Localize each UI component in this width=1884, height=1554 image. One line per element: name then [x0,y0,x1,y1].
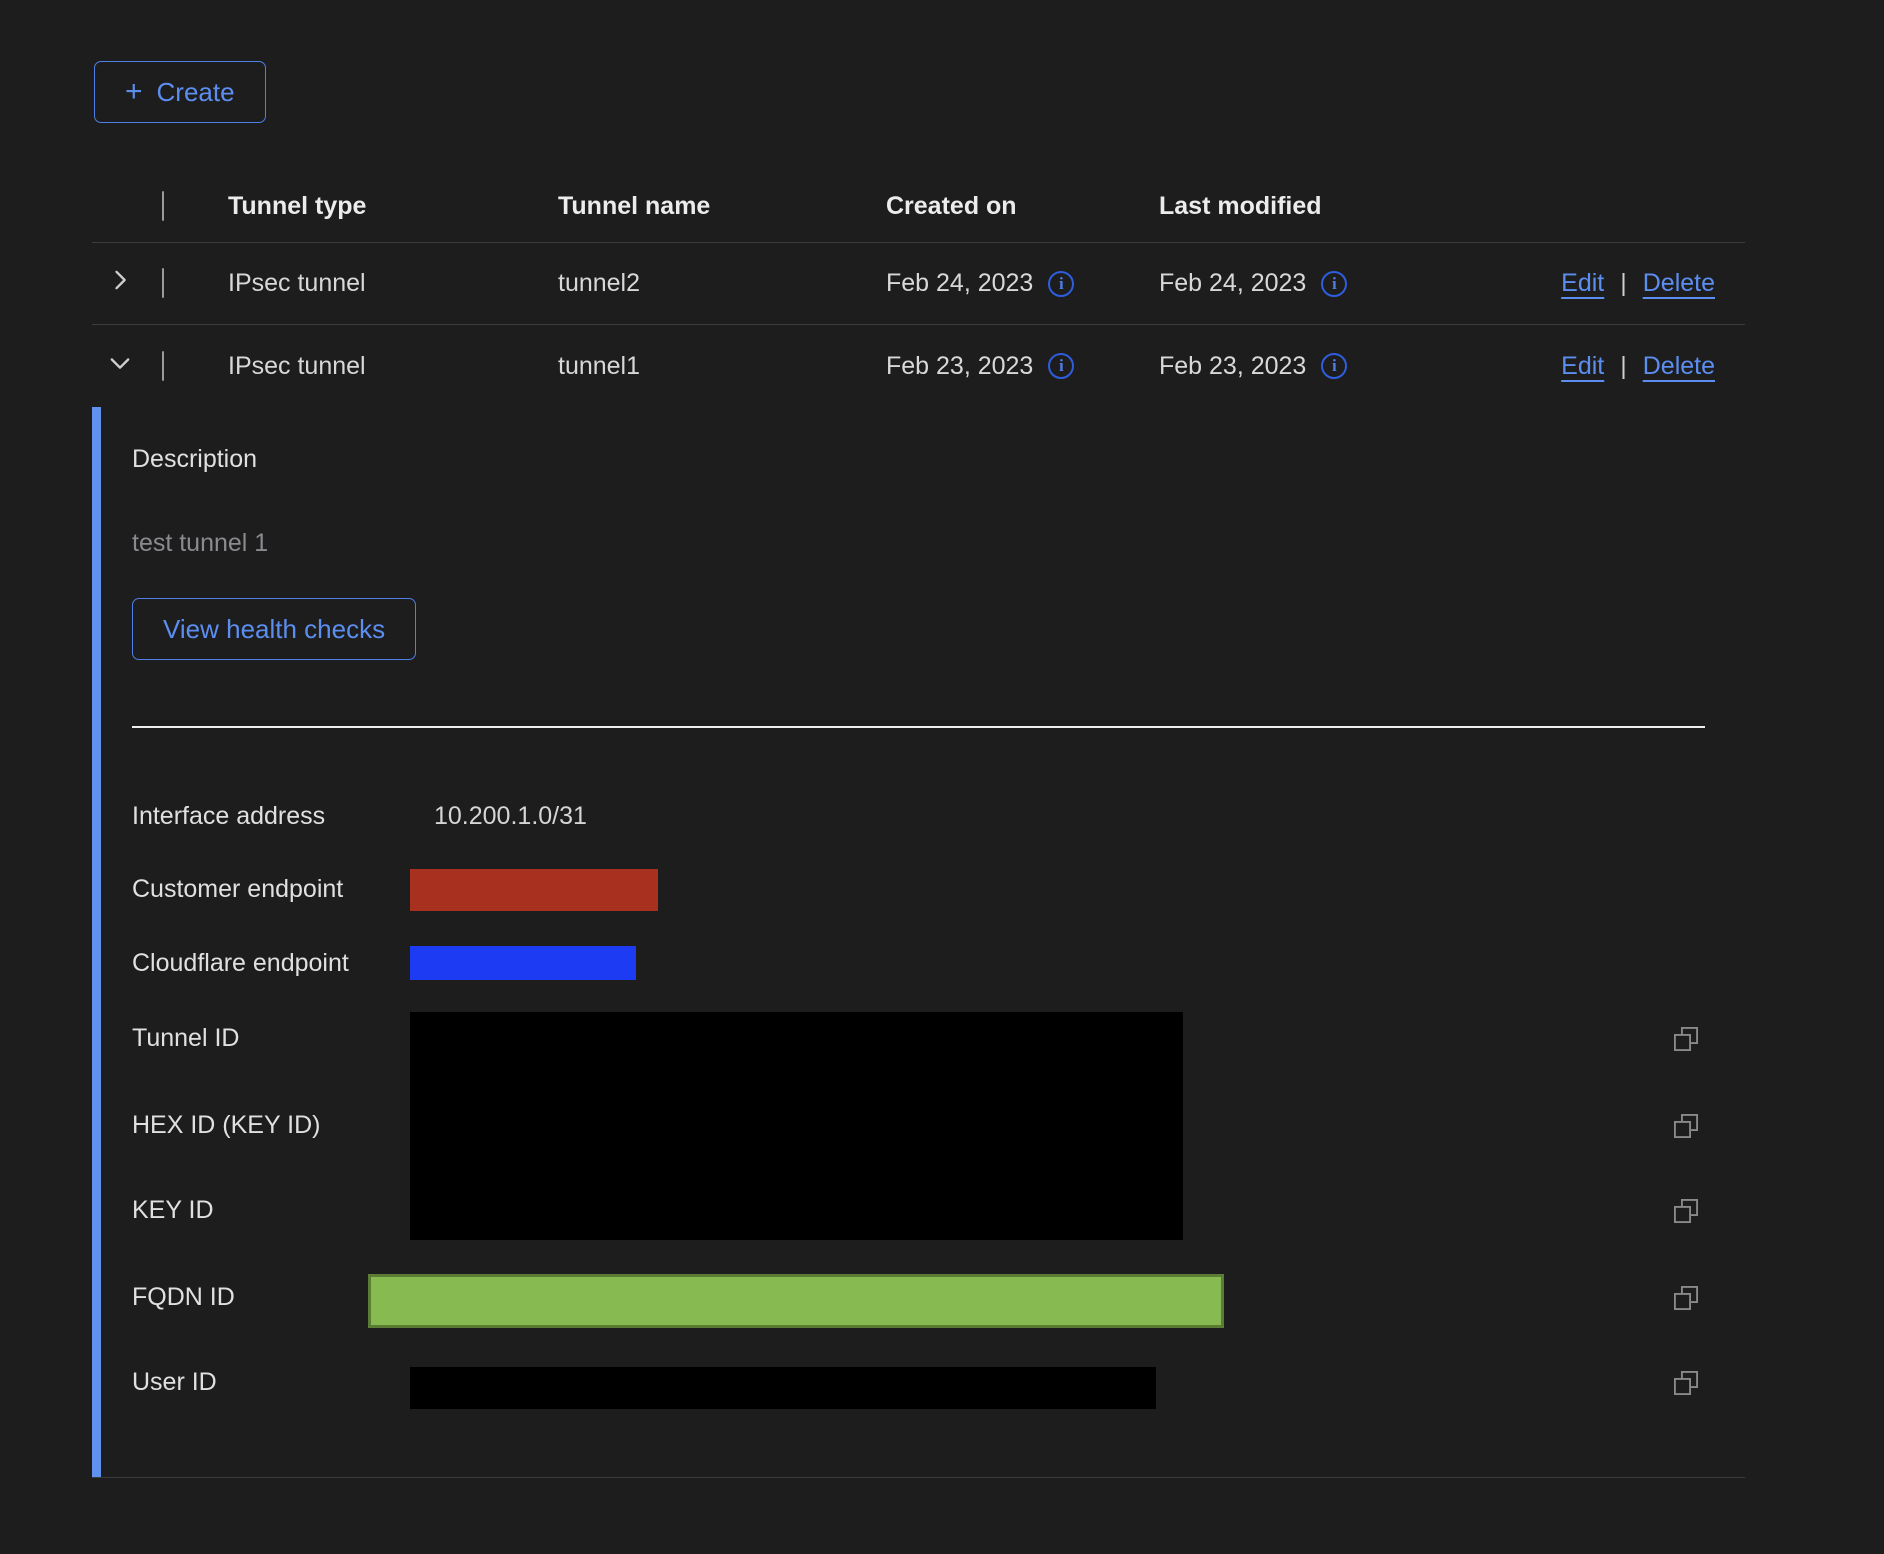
cell-tunnel-type: IPsec tunnel [228,352,558,381]
table-header-row: Tunnel type Tunnel name Created on Last … [92,170,1745,243]
info-icon[interactable]: i [1321,353,1347,379]
cloudflare-endpoint-label: Cloudflare endpoint [132,949,349,977]
fqdn-id-redacted-value [368,1274,1224,1328]
hex-id-label: HEX ID (KEY ID) [132,1111,320,1139]
create-button[interactable]: + Create [94,61,266,123]
plus-icon: + [125,77,143,107]
action-separator: | [1620,352,1627,381]
cell-tunnel-type: IPsec tunnel [228,269,558,298]
tunnel-id-label: Tunnel ID [132,1024,239,1052]
user-id-redacted-value [410,1367,1156,1409]
chevron-right-icon[interactable] [106,266,134,294]
copy-icon[interactable] [1672,1284,1700,1312]
cell-last-modified: Feb 24, 2023 [1159,269,1306,298]
copy-icon[interactable] [1672,1025,1700,1053]
copy-icon[interactable] [1672,1369,1700,1397]
customer-endpoint-redacted-value [410,869,658,911]
user-id-label: User ID [132,1368,217,1396]
tunnels-table: Tunnel type Tunnel name Created on Last … [92,170,1745,1478]
edit-link[interactable]: Edit [1561,352,1604,381]
interface-address-label: Interface address [132,802,325,830]
cell-created-on: Feb 24, 2023 [886,269,1033,298]
create-button-label: Create [157,77,235,108]
cloudflare-endpoint-redacted-value [410,946,636,980]
cell-created-on: Feb 23, 2023 [886,352,1033,381]
header-created-on: Created on [886,192,1159,221]
info-icon[interactable]: i [1048,271,1074,297]
header-tunnel-type: Tunnel type [228,192,558,221]
select-all-checkbox[interactable] [162,191,164,221]
section-divider [132,726,1705,728]
delete-link[interactable]: Delete [1643,269,1715,298]
delete-link[interactable]: Delete [1643,352,1715,381]
cell-tunnel-name: tunnel2 [558,269,886,298]
interface-address-value: 10.200.1.0/31 [434,802,587,830]
row-checkbox[interactable] [162,351,164,381]
view-health-checks-label: View health checks [163,614,385,645]
fqdn-id-label: FQDN ID [132,1283,235,1311]
header-last-modified: Last modified [1159,192,1449,221]
edit-link[interactable]: Edit [1561,269,1604,298]
chevron-down-icon[interactable] [106,349,134,377]
copy-icon[interactable] [1672,1112,1700,1140]
copy-icon[interactable] [1672,1197,1700,1225]
key-id-label: KEY ID [132,1196,214,1224]
action-separator: | [1620,269,1627,298]
tunnel-detail-panel: Description test tunnel 1 View health ch… [92,407,1745,1478]
ids-redacted-value [410,1012,1183,1240]
view-health-checks-button[interactable]: View health checks [132,598,416,660]
description-value: test tunnel 1 [132,529,268,557]
expanded-row-accent-bar [92,407,101,1477]
cell-last-modified: Feb 23, 2023 [1159,352,1306,381]
info-icon[interactable]: i [1048,353,1074,379]
row-checkbox[interactable] [162,268,164,298]
info-icon[interactable]: i [1321,271,1347,297]
customer-endpoint-label: Customer endpoint [132,875,343,903]
table-row-tunnel2: IPsec tunnel tunnel2 Feb 24, 2023 i Feb … [92,243,1745,325]
table-row-tunnel1: IPsec tunnel tunnel1 Feb 23, 2023 i Feb … [92,325,1745,407]
tunnels-page: + Create Tunnel type Tunnel name Created… [92,0,1745,1478]
description-label: Description [132,445,257,473]
header-tunnel-name: Tunnel name [558,192,886,221]
cell-tunnel-name: tunnel1 [558,352,886,381]
